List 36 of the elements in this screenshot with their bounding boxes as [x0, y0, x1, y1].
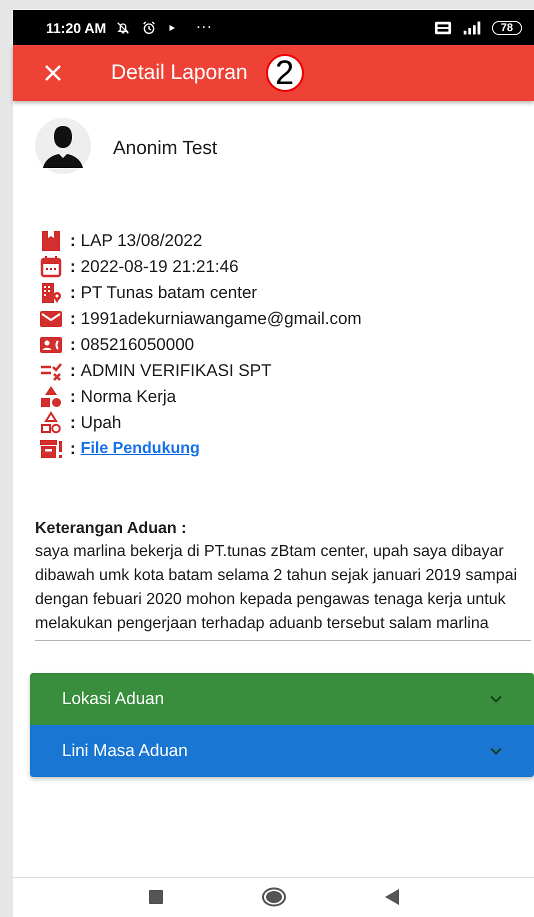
- detail-value: 1991adekurniawangame@gmail.com: [80, 309, 362, 329]
- separator-colon: :: [70, 413, 76, 433]
- detail-value: Norma Kerja: [80, 387, 176, 407]
- shapes-outline-icon: [39, 411, 63, 435]
- detail-value: LAP 13/08/2022: [80, 231, 202, 251]
- page-title: Detail Laporan: [111, 61, 248, 85]
- status-dots: ···: [196, 20, 213, 36]
- shapes-icon: [39, 385, 63, 409]
- status-time: 11:20 AM: [46, 20, 106, 36]
- separator-colon: :: [70, 257, 76, 277]
- detail-value: ADMIN VERIFIKASI SPT: [80, 361, 272, 381]
- step-badge: 2: [266, 54, 304, 92]
- file-link[interactable]: File Pendukung: [80, 440, 200, 458]
- detail-value: 2022-08-19 21:21:46: [80, 257, 239, 277]
- description-text: saya marlina bekerja di PT.tunas zBtam center, upah saya dibayar dibawah umk kota batam selama 2 tahun sejak januari 2019 sampai dengan febuari 2020 mohon kepada pengawas tenaga kerja untuk melakukan pengerjaan terhadap aduanb tersebut salam marlina: [35, 542, 518, 634]
- bookmark-icon: [39, 229, 63, 253]
- detail-value: PT Tunas batam center: [80, 283, 258, 303]
- archive-alert-icon: [39, 437, 63, 461]
- battery-indicator: 78: [492, 20, 522, 34]
- reporter-name: Anonim Test: [113, 138, 218, 160]
- calendar-icon: [39, 255, 63, 279]
- separator-colon: :: [70, 335, 76, 355]
- building-pin-icon: [39, 281, 63, 305]
- separator-colon: :: [70, 387, 76, 407]
- detail-value: Upah: [80, 413, 122, 433]
- separator-colon: :: [70, 439, 76, 459]
- accordion-header[interactable]: Lini Masa Aduan: [30, 725, 534, 777]
- accordion-header[interactable]: Lokasi Aduan: [30, 673, 534, 725]
- avatar-icon: [35, 118, 91, 174]
- separator-colon: :: [70, 309, 76, 329]
- separator-colon: :: [70, 361, 76, 381]
- separator-colon: :: [70, 231, 76, 251]
- separator-colon: :: [70, 283, 76, 303]
- home-icon[interactable]: [260, 886, 286, 906]
- description-heading: Keterangan Aduan :: [35, 520, 188, 538]
- detail-value: 085216050000: [80, 335, 194, 355]
